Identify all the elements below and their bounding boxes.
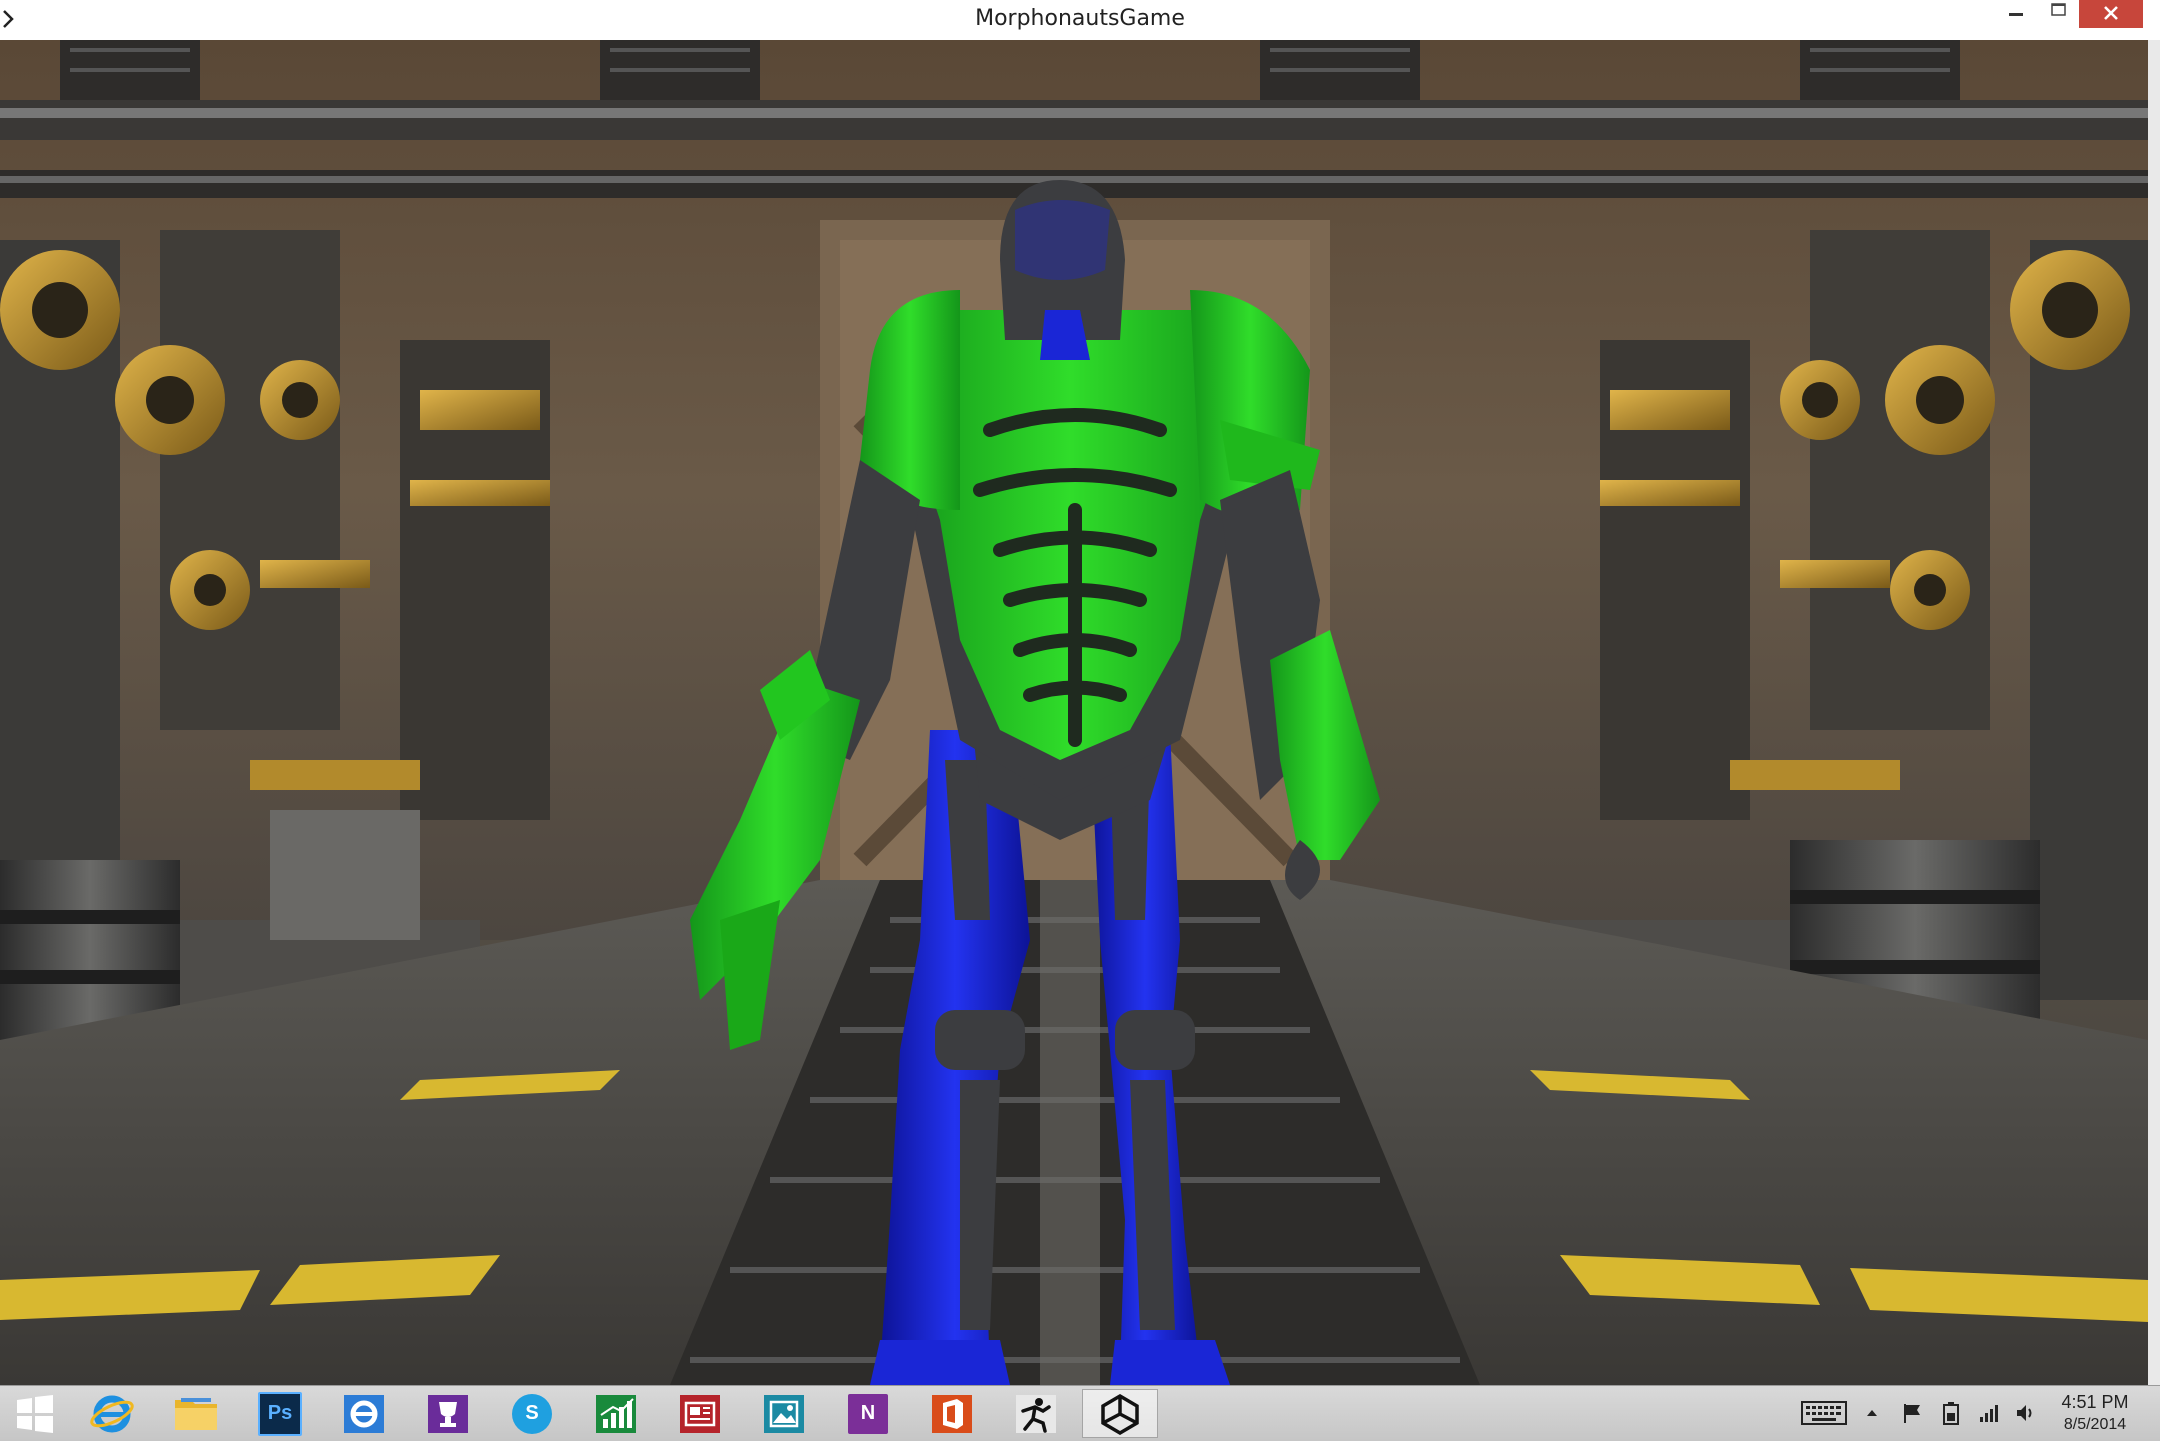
chevron-up-icon: [1867, 1410, 1877, 1416]
trophy-icon: [428, 1394, 468, 1433]
running-figure-icon: [1016, 1394, 1056, 1433]
volume-icon: [2017, 1405, 2032, 1421]
maximize-icon: [2051, 3, 2066, 16]
touch-keyboard-button[interactable]: [1800, 1400, 1848, 1426]
battery-button[interactable]: [1938, 1400, 1964, 1426]
skype-icon: S: [512, 1393, 552, 1434]
action-center-button[interactable]: [1900, 1400, 1926, 1426]
window-edge: [2148, 40, 2160, 1385]
minimize-button[interactable]: [1995, 0, 2037, 24]
start-button[interactable]: [0, 1389, 70, 1438]
window-title-bar[interactable]: MorphonautsGame: [0, 0, 2160, 41]
onenote-icon: N: [848, 1393, 888, 1434]
file-explorer-icon: [175, 1397, 217, 1430]
battery-icon: [1943, 1402, 1959, 1425]
taskbar-skype[interactable]: S: [494, 1389, 570, 1438]
close-button[interactable]: [2079, 0, 2143, 28]
taskbar-news[interactable]: [662, 1389, 738, 1438]
taskbar-zbrush[interactable]: [998, 1389, 1074, 1438]
taskbar-unity[interactable]: [1082, 1389, 1158, 1438]
maximize-button[interactable]: [2037, 0, 2079, 24]
photos-icon: [764, 1394, 804, 1433]
finance-chart-icon: [596, 1394, 636, 1433]
taskbar-internet-explorer[interactable]: [74, 1389, 150, 1438]
windows-taskbar: Ps S N 4:51 PM 8/5/2014: [0, 1385, 2160, 1441]
taskbar-photos[interactable]: [746, 1389, 822, 1438]
keyboard-icon: [1801, 1401, 1847, 1425]
news-icon: [680, 1394, 720, 1433]
taskbar-finance[interactable]: [578, 1389, 654, 1438]
windows-start-icon: [17, 1394, 53, 1433]
taskbar-photoshop[interactable]: Ps: [242, 1389, 318, 1438]
photoshop-icon: Ps: [258, 1391, 302, 1436]
game-viewport[interactable]: [0, 40, 2148, 1385]
clock-date: 8/5/2014: [2063, 1416, 2127, 1433]
taskbar-file-explorer[interactable]: [158, 1389, 234, 1438]
close-icon: [2104, 6, 2118, 20]
minimize-icon: [2009, 13, 2023, 16]
clock-time: 4:51 PM: [2061, 1392, 2129, 1412]
internet-explorer-icon: [90, 1395, 134, 1432]
game-scene: [0, 40, 2148, 1385]
taskbar-office[interactable]: [914, 1389, 990, 1438]
taskbar-trophy-app[interactable]: [410, 1389, 486, 1438]
internet-explorer-icon: [344, 1394, 384, 1433]
unity-icon: [1101, 1393, 1139, 1435]
flag-icon: [1904, 1404, 1920, 1423]
office-icon: [932, 1394, 972, 1433]
network-button[interactable]: [1976, 1400, 2002, 1426]
show-hidden-icons-button[interactable]: [1860, 1400, 1884, 1426]
taskbar-onenote[interactable]: N: [830, 1389, 906, 1438]
taskbar-clock[interactable]: 4:51 PM 8/5/2014: [2040, 1390, 2150, 1436]
volume-button[interactable]: [2012, 1400, 2038, 1426]
signal-icon: [1980, 1405, 1998, 1422]
taskbar-internet-explorer-dev[interactable]: [326, 1389, 402, 1438]
window-title: MorphonautsGame: [975, 6, 1185, 31]
